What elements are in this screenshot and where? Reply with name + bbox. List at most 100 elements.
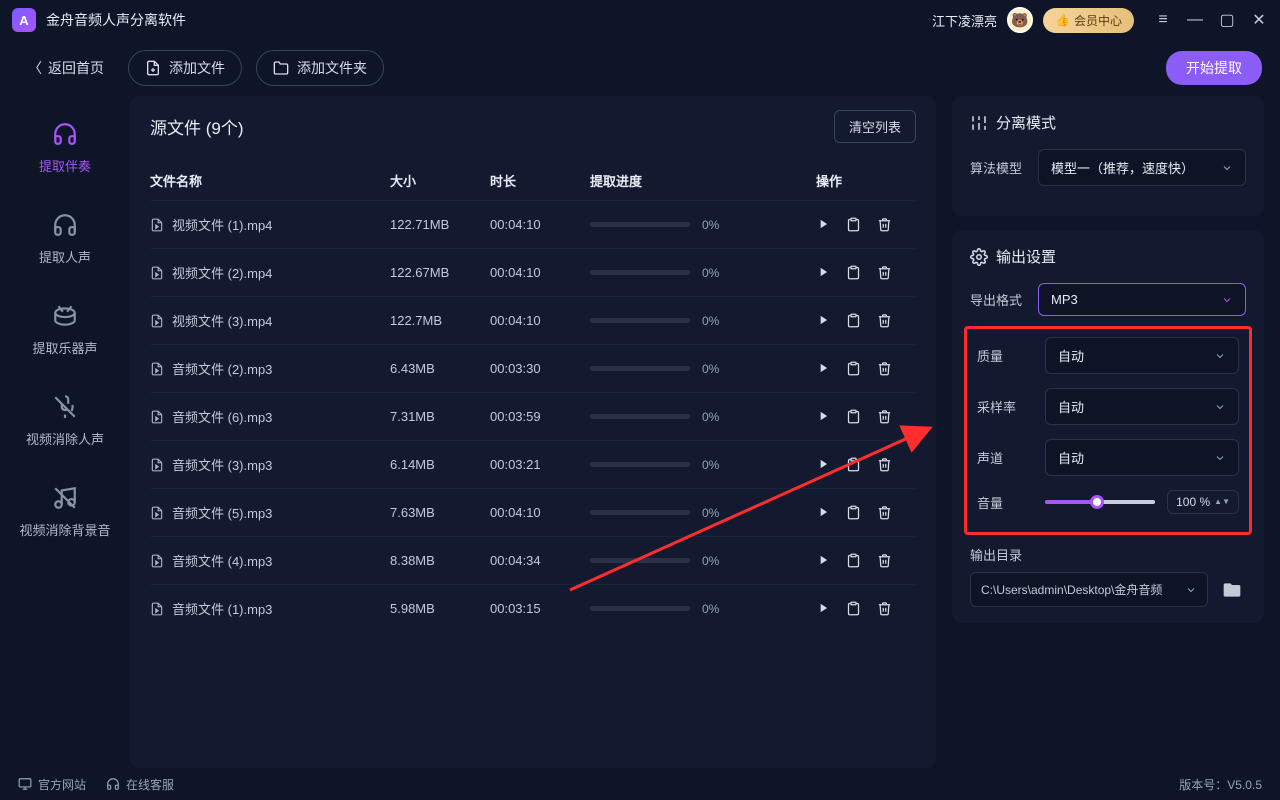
footer: 官方网站 在线客服 版本号：V5.0.5 [0,768,1280,800]
trash-icon[interactable] [877,505,892,520]
table-row[interactable]: 音频文件 (5).mp37.63MB00:04:100% [150,488,916,536]
trash-icon[interactable] [877,265,892,280]
row-actions [816,313,916,328]
avatar[interactable]: 🐻 [1007,7,1033,33]
table-row[interactable]: 音频文件 (3).mp36.14MB00:03:210% [150,440,916,488]
quality-select[interactable]: 自动 [1045,337,1239,374]
table-row[interactable]: 音频文件 (1).mp35.98MB00:03:150% [150,584,916,632]
trash-icon[interactable] [877,361,892,376]
trash-icon[interactable] [877,313,892,328]
vip-button[interactable]: 👍 会员中心 [1043,8,1134,33]
topbar: 〈 返回首页 添加文件 添加文件夹 开始提取 [0,40,1280,96]
play-icon[interactable] [816,457,830,471]
mode-title: 分离模式 [996,112,1056,133]
sidebar-item-accompaniment[interactable]: 提取伴奏 [0,104,130,195]
table-header: 文件名称 大小 时长 提取进度 操作 [150,161,916,200]
file-duration: 00:03:21 [490,457,590,472]
open-folder-button[interactable] [1218,576,1246,604]
play-icon[interactable] [816,313,830,327]
file-name: 视频文件 (2).mp4 [150,263,390,282]
table-row[interactable]: 视频文件 (2).mp4122.67MB00:04:100% [150,248,916,296]
file-name: 音频文件 (6).mp3 [150,407,390,426]
user-name[interactable]: 江下凌漂亮 [932,11,997,30]
file-size: 6.14MB [390,457,490,472]
official-site-link[interactable]: 官方网站 [18,776,86,793]
headphones-icon [51,120,79,148]
col-dur: 时长 [490,171,590,190]
sidebar-item-vocal[interactable]: 提取人声 [0,195,130,286]
copy-icon[interactable] [846,505,861,520]
source-title: 源文件 (9个) [150,114,244,139]
copy-icon[interactable] [846,409,861,424]
menu-icon[interactable]: ≡ [1154,11,1172,29]
sidebar-item-label: 提取伴奏 [39,156,91,175]
table-row[interactable]: 音频文件 (6).mp37.31MB00:03:590% [150,392,916,440]
row-actions [816,505,916,520]
support-link[interactable]: 在线客服 [106,776,174,793]
trash-icon[interactable] [877,601,892,616]
file-duration: 00:04:34 [490,553,590,568]
copy-icon[interactable] [846,265,861,280]
folder-icon [1222,580,1242,600]
maximize-icon[interactable]: ▢ [1218,11,1236,29]
col-name: 文件名称 [150,171,390,190]
table-row[interactable]: 音频文件 (4).mp38.38MB00:04:340% [150,536,916,584]
output-title: 输出设置 [996,246,1056,267]
trash-icon[interactable] [877,553,892,568]
file-name: 音频文件 (3).mp3 [150,455,390,474]
file-size: 122.67MB [390,265,490,280]
trash-icon[interactable] [877,409,892,424]
sidebar-item-label: 提取乐器声 [32,338,97,357]
channel-select[interactable]: 自动 [1045,439,1239,476]
clear-list-button[interactable]: 清空列表 [834,110,916,143]
file-progress: 0% [590,218,760,232]
table-row[interactable]: 视频文件 (3).mp4122.7MB00:04:100% [150,296,916,344]
sidebar-item-instrument[interactable]: 提取乐器声 [0,286,130,377]
table-row[interactable]: 音频文件 (2).mp36.43MB00:03:300% [150,344,916,392]
add-file-button[interactable]: 添加文件 [128,50,242,86]
volume-value[interactable]: 100 % ▲▼ [1167,490,1239,514]
volume-slider[interactable] [1045,500,1155,504]
file-size: 7.31MB [390,409,490,424]
copy-icon[interactable] [846,217,861,232]
sample-label: 采样率 [977,397,1033,416]
col-size: 大小 [390,171,490,190]
trash-icon[interactable] [877,217,892,232]
play-icon[interactable] [816,601,830,615]
play-icon[interactable] [816,217,830,231]
sidebar-item-video-remove-bgm[interactable]: 视频消除背景音 [0,468,130,559]
file-name: 音频文件 (1).mp3 [150,599,390,618]
output-path-select[interactable]: C:\Users\admin\Desktop\金舟音频 [970,572,1208,607]
headphones-icon [51,211,79,239]
format-select[interactable]: MP3 [1038,283,1246,316]
start-extract-button[interactable]: 开始提取 [1166,51,1262,85]
copy-icon[interactable] [846,553,861,568]
file-progress: 0% [590,554,760,568]
headset-icon [106,777,120,791]
copy-icon[interactable] [846,361,861,376]
source-panel: 源文件 (9个) 清空列表 文件名称 大小 时长 提取进度 操作 视频文件 (1… [130,96,936,768]
channel-label: 声道 [977,448,1033,467]
copy-icon[interactable] [846,457,861,472]
file-progress: 0% [590,410,760,424]
add-folder-button[interactable]: 添加文件夹 [256,50,384,86]
play-icon[interactable] [816,265,830,279]
sample-select[interactable]: 自动 [1045,388,1239,425]
sidebar-item-video-remove-vocal[interactable]: 视频消除人声 [0,377,130,468]
back-button[interactable]: 〈 返回首页 [18,52,114,84]
copy-icon[interactable] [846,601,861,616]
trash-icon[interactable] [877,457,892,472]
algo-select[interactable]: 模型一（推荐，速度快） [1038,149,1246,186]
mode-card: 分离模式 算法模型 模型一（推荐，速度快） [952,96,1264,216]
play-icon[interactable] [816,409,830,423]
file-size: 122.71MB [390,217,490,232]
file-progress: 0% [590,362,760,376]
table-row[interactable]: 视频文件 (1).mp4122.71MB00:04:100% [150,200,916,248]
minimize-icon[interactable]: — [1186,11,1204,29]
play-icon[interactable] [816,361,830,375]
close-icon[interactable]: ✕ [1250,11,1268,29]
quality-label: 质量 [977,346,1033,365]
copy-icon[interactable] [846,313,861,328]
play-icon[interactable] [816,553,830,567]
play-icon[interactable] [816,505,830,519]
